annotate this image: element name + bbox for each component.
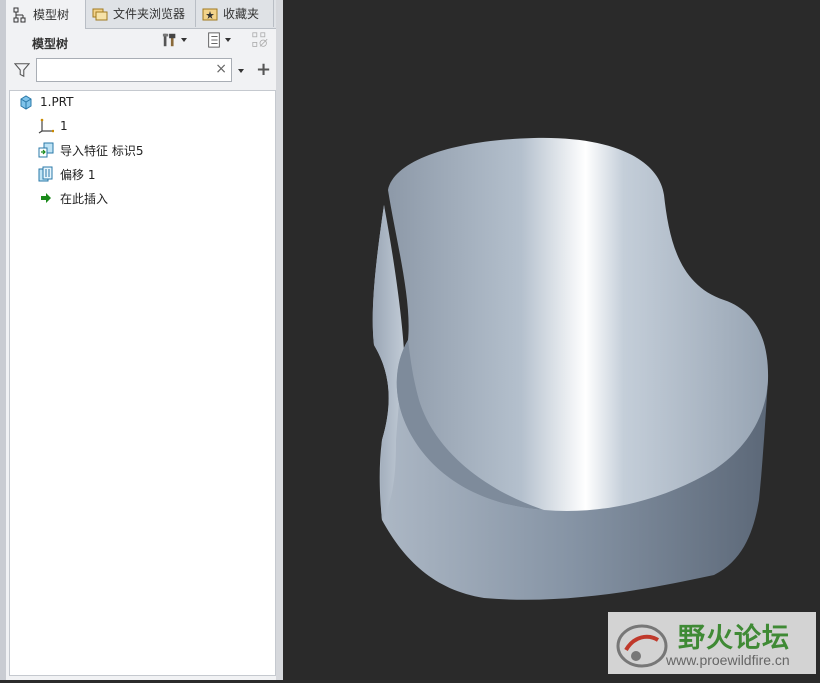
- import-feature-icon: [38, 142, 54, 158]
- watermark-url: www.proewildfire.cn: [666, 652, 790, 668]
- tree-columns-icon: [208, 32, 220, 48]
- watermark: 野火论坛 www.proewildfire.cn: [608, 612, 816, 674]
- insert-here-arrow-icon: [41, 193, 51, 203]
- tab-favorites[interactable]: 收藏夹: [196, 0, 274, 27]
- tree-node-label: 1: [60, 119, 68, 133]
- chevron-down-icon: [181, 38, 187, 42]
- clear-search-icon[interactable]: ×: [215, 61, 227, 77]
- tree-node-label: 1.PRT: [40, 95, 74, 109]
- tree-node-label: 导入特征 标识5: [60, 143, 144, 158]
- columns-button[interactable]: [206, 32, 232, 48]
- tab-model-tree[interactable]: 模型树: [6, 0, 86, 29]
- add-filter-icon[interactable]: +: [256, 59, 271, 80]
- chevron-down-icon[interactable]: [237, 67, 245, 75]
- tree-node-label: 偏移 1: [60, 167, 96, 182]
- search-input[interactable]: [41, 60, 215, 82]
- part-icon: [20, 95, 32, 110]
- panel-title: 模型树: [32, 37, 69, 51]
- tab-folder-browser[interactable]: 文件夹浏览器: [86, 0, 196, 27]
- favorites-icon: [202, 8, 218, 20]
- tab-label: 收藏夹: [223, 7, 260, 21]
- tree-node-offset[interactable]: 偏移 1: [38, 163, 95, 185]
- panel-splitter[interactable]: [276, 0, 283, 680]
- tree-node-insert-here[interactable]: 在此插入: [38, 187, 108, 209]
- model-tree-icon: [13, 7, 26, 22]
- search-box: ×: [36, 58, 232, 82]
- tree-node-import-feature[interactable]: 导入特征 标识5: [38, 139, 143, 161]
- coordinate-system-icon: [38, 118, 54, 134]
- settings-button[interactable]: [162, 32, 188, 48]
- tree-node-coordinate-system[interactable]: 1: [38, 115, 68, 137]
- chevron-down-icon: [225, 38, 231, 42]
- tree-node-label: 在此插入: [60, 191, 109, 206]
- filter-row: × +: [6, 56, 276, 86]
- navigator-panel: 模型树 文件夹浏览器 收藏夹 模型树 × + 1.PRT 1 导入特征 标识5 …: [6, 0, 283, 680]
- folder-browser-icon: [92, 8, 108, 20]
- offset-icon: [38, 166, 53, 182]
- panel-toolbar: 模型树: [6, 28, 276, 56]
- tools-icon: [162, 33, 176, 47]
- show-hide-icon[interactable]: [252, 32, 268, 48]
- tree-node-root[interactable]: 1.PRT: [18, 91, 73, 113]
- tab-label: 模型树: [33, 8, 70, 22]
- watermark-title: 野火论坛: [678, 623, 790, 654]
- tab-label: 文件夹浏览器: [113, 7, 186, 21]
- model-tree: 1.PRT 1 导入特征 标识5 偏移 1 在此插入: [9, 90, 276, 676]
- graphics-viewport[interactable]: [284, 0, 820, 680]
- forum-logo-icon: [616, 624, 668, 668]
- filter-icon[interactable]: [14, 62, 30, 78]
- navigator-tabs: 模型树 文件夹浏览器 收藏夹: [6, 0, 276, 29]
- model-shape-3d: [372, 137, 769, 600]
